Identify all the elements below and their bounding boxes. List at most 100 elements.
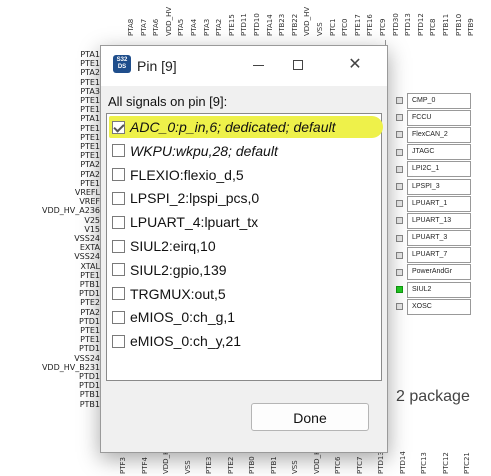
peripheral-item[interactable]: LPUART_1	[396, 195, 486, 212]
top-pin[interactable]: PTB22	[291, 2, 299, 36]
left-pin-label[interactable]: PTD1	[79, 289, 100, 298]
peripheral-item[interactable]: LPSPI_3	[396, 178, 486, 195]
signal-checkbox[interactable]	[112, 334, 125, 348]
left-pin-label[interactable]: PTE2	[80, 298, 100, 307]
left-pin-label[interactable]: XTAL	[80, 262, 100, 271]
peripheral-item[interactable]: LPUART_7	[396, 247, 486, 264]
left-pin-label[interactable]: PTE1	[80, 59, 100, 68]
left-pin-label[interactable]: PTD1	[79, 317, 100, 326]
top-pin[interactable]: PTD11	[240, 2, 248, 36]
left-pin-label[interactable]: PTA2	[80, 308, 100, 317]
close-button[interactable]: ✕	[346, 56, 364, 74]
top-pin[interactable]: PTB23	[278, 2, 286, 36]
left-pin-label[interactable]: PTE1	[80, 96, 100, 105]
left-pin-label[interactable]: PTE1	[80, 133, 100, 142]
left-pin-label[interactable]: PTE1	[80, 326, 100, 335]
top-pin[interactable]: VDD_HV	[165, 2, 173, 36]
signal-checkbox[interactable]	[112, 120, 125, 134]
signal-item[interactable]: TRGMUX:out,5	[112, 283, 226, 305]
top-pin[interactable]: PTC8	[429, 2, 437, 36]
bottom-pin[interactable]: PTC13	[420, 428, 428, 474]
peripheral-item[interactable]: PowerAndGr	[396, 264, 486, 281]
bottom-pin[interactable]: PTC21	[463, 428, 471, 474]
top-pin[interactable]: PTC0	[341, 2, 349, 36]
peripheral-item[interactable]: LPUART_3	[396, 230, 486, 247]
signal-item[interactable]: eMIOS_0:ch_g,1	[112, 306, 235, 328]
top-pin[interactable]: PTE17	[354, 2, 362, 36]
signal-checkbox[interactable]	[112, 191, 125, 205]
signal-item[interactable]: SIUL2:eirq,10	[112, 235, 216, 257]
left-pin-label[interactable]: PTA2	[80, 68, 100, 77]
left-pin-label[interactable]: EXTA	[80, 243, 100, 252]
signal-item[interactable]: WKPU:wkpu,28; default	[112, 140, 278, 162]
left-pin-label[interactable]: VREF	[79, 197, 100, 206]
left-pin-label[interactable]: PTE1	[80, 335, 100, 344]
left-pin-label[interactable]: PTB1	[80, 280, 100, 289]
signal-item[interactable]: LPSPI_2:lpspi_pcs,0	[112, 187, 259, 209]
left-pin-label[interactable]: PTA2	[80, 160, 100, 169]
signal-checkbox[interactable]	[112, 144, 125, 158]
left-pin-label[interactable]: VSS24	[74, 354, 100, 363]
peripheral-item[interactable]: FlexCAN_2	[396, 126, 486, 143]
left-pin-label[interactable]: PTE1	[80, 142, 100, 151]
top-pin[interactable]: PTA7	[140, 2, 148, 36]
left-pin-label[interactable]: VSS24	[74, 252, 100, 261]
bottom-pin[interactable]: PTD14	[399, 428, 407, 474]
left-pin-label[interactable]: PTE1	[80, 124, 100, 133]
signal-item[interactable]: eMIOS_0:ch_y,21	[112, 330, 241, 352]
top-pin[interactable]: PTA2	[215, 2, 223, 36]
left-pin-label[interactable]: PTE1	[80, 271, 100, 280]
left-pin-label[interactable]: PTB1	[80, 400, 100, 409]
done-button[interactable]: Done	[251, 403, 369, 431]
signal-checkbox[interactable]	[112, 263, 125, 277]
top-pin[interactable]: PTB10	[455, 2, 463, 36]
top-pin[interactable]: PTA3	[203, 2, 211, 36]
top-pin[interactable]: PTA14	[266, 2, 274, 36]
signal-item[interactable]: SIUL2:gpio,139	[112, 259, 227, 281]
peripheral-item[interactable]: JTAGC	[396, 144, 486, 161]
top-pin[interactable]: PTC1	[329, 2, 337, 36]
top-pin[interactable]: PTC9	[379, 2, 387, 36]
signal-item[interactable]: FLEXIO:flexio_d,5	[112, 164, 244, 186]
top-pin[interactable]: PTB11	[442, 2, 450, 36]
left-pin-label[interactable]: PTD1	[79, 381, 100, 390]
signal-checkbox[interactable]	[112, 215, 125, 229]
left-pin-label[interactable]: PTA2	[80, 170, 100, 179]
left-pin-label[interactable]: PTA1	[80, 50, 100, 59]
minimize-button[interactable]	[249, 56, 267, 74]
left-pin-label[interactable]: VDD_HV_B231	[42, 363, 100, 372]
top-pin[interactable]: VSS	[316, 2, 324, 36]
top-pin[interactable]: PTD13	[404, 2, 412, 36]
left-pin-label[interactable]: PTD1	[79, 344, 100, 353]
peripheral-item[interactable]: SIUL2	[396, 281, 486, 298]
left-pin-label[interactable]: V15	[84, 225, 100, 234]
left-pin-label[interactable]: PTD1	[79, 372, 100, 381]
top-pin[interactable]: PTA8	[127, 2, 135, 36]
signal-item[interactable]: ADC_0:p_in,6; dedicated; default	[112, 116, 335, 138]
top-pin[interactable]: PTD30	[392, 2, 400, 36]
left-pin-label[interactable]: VREFL	[75, 188, 100, 197]
left-pin-label[interactable]: VSS24	[74, 234, 100, 243]
left-pin-label[interactable]: V25	[84, 216, 100, 225]
left-pin-label[interactable]: PTA1	[80, 114, 100, 123]
left-pin-label[interactable]: VDD_HV_A236	[42, 206, 100, 215]
maximize-button[interactable]	[289, 56, 307, 74]
peripheral-item[interactable]: FCCU	[396, 109, 486, 126]
signal-checkbox[interactable]	[112, 287, 125, 301]
top-pin[interactable]: PTB9	[467, 2, 475, 36]
bottom-pin[interactable]: PTC12	[442, 428, 450, 474]
top-pin[interactable]: PTA6	[152, 2, 160, 36]
signal-item[interactable]: LPUART_4:lpuart_tx	[112, 211, 258, 233]
peripheral-item[interactable]: CMP_0	[396, 92, 486, 109]
left-pin-label[interactable]: PTE1	[80, 78, 100, 87]
signal-checkbox[interactable]	[112, 239, 125, 253]
dialog-titlebar[interactable]: S32 DS Pin [9] ✕	[101, 46, 387, 86]
top-pin[interactable]: PTA4	[190, 2, 198, 36]
left-pin-label[interactable]: PTE1	[80, 105, 100, 114]
signal-list[interactable]: ADC_0:p_in,6; dedicated; default WKPU:wkp…	[106, 113, 383, 381]
top-pin[interactable]: PTD10	[253, 2, 261, 36]
peripheral-item[interactable]: LPI2C_1	[396, 161, 486, 178]
signal-checkbox[interactable]	[112, 310, 125, 324]
left-pin-label[interactable]: PTA3	[80, 87, 100, 96]
peripheral-item[interactable]: LPUART_13	[396, 212, 486, 229]
